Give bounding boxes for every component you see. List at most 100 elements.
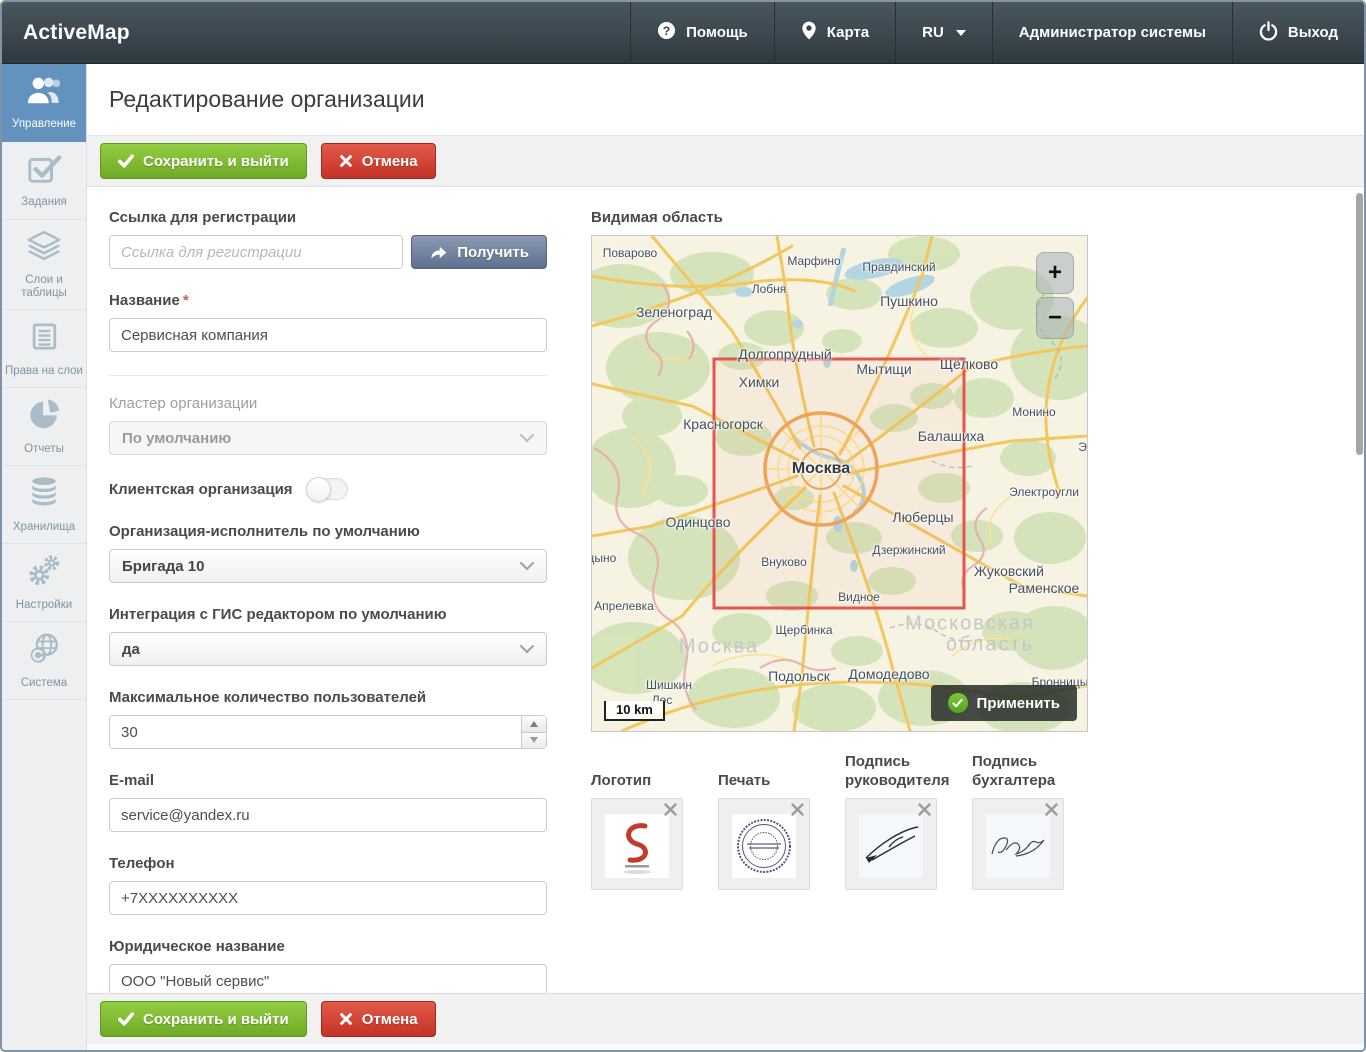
close-icon [917,802,932,817]
spinner-down-button[interactable] [522,732,546,749]
visible-area-label: Видимая область [591,209,1088,226]
cancel-label: Отмена [362,153,418,170]
sidebar-item-tasks[interactable]: Задания [2,142,86,220]
name-label: Название* [109,292,547,309]
footer-strip [87,1044,1364,1050]
sidebar-item-label: Система [21,677,67,690]
spinner-up-button[interactable] [522,716,546,732]
stamp-image [732,814,796,878]
sidebar-item-label: Права на слои [5,365,83,378]
reports-icon [27,397,62,436]
page-header: Редактирование организации [87,64,1364,136]
cancel-button[interactable]: Отмена [321,143,436,179]
email-input[interactable] [109,798,547,832]
attachment-card[interactable] [718,798,810,890]
layer-rights-icon [26,320,62,358]
sidebar-item-storage[interactable]: Хранилища [2,466,86,544]
max-users-input[interactable] [109,715,547,749]
visible-area-map[interactable]: ПоваровоМарфиноПравдинскийЛобняПушкиноЗе… [591,235,1088,732]
arrow-down-icon [530,737,538,743]
sidebar-item-system[interactable]: Система [2,622,86,700]
toolbar-top: Сохранить и выйти Отмена [87,136,1364,187]
sidebar-item-label: Настройки [16,599,72,612]
toggle-knob [306,477,331,502]
name-input[interactable] [109,318,547,352]
save-exit-button[interactable]: Сохранить и выйти [100,143,307,179]
help-label: Помощь [686,24,748,41]
app-window: ActiveMap ? Помощь Карта RU Администрато… [0,0,1366,1052]
logout-label: Выход [1288,24,1338,41]
cancel-button-bottom[interactable]: Отмена [321,1001,436,1037]
sidebar-item-label: Слои и таблицы [4,274,84,300]
svg-text:?: ? [663,24,671,38]
check-icon [118,154,134,168]
visible-area-section: Видимая область [591,209,1088,993]
settings-gears-icon [26,554,62,592]
remove-attachment-button[interactable] [917,802,932,817]
help-menu-item[interactable]: ? Помощь [630,2,774,63]
legal-name-input[interactable] [109,964,547,993]
cancel-label: Отмена [362,1011,418,1028]
chevron-down-icon [520,562,534,571]
director-signature-image [859,814,923,878]
phone-input[interactable] [109,881,547,915]
legal-name-label: Юридическое название [109,938,547,955]
top-navbar: ActiveMap ? Помощь Карта RU Администрато… [2,2,1364,64]
client-org-toggle[interactable] [306,478,348,500]
zoom-control: + − [1036,252,1074,339]
logo-image [605,814,669,878]
vertical-scrollbar[interactable] [1356,193,1363,455]
cluster-label: Кластер организации [109,395,547,412]
default-executor-select[interactable]: Бригада 10 [109,549,547,583]
section-divider [109,375,547,376]
map-tiles [592,236,1087,731]
sidebar-item-management[interactable]: Управление [2,64,86,142]
remove-attachment-button[interactable] [790,802,805,817]
email-label: E-mail [109,772,547,789]
map-menu-item[interactable]: Карта [774,2,895,63]
zoom-out-button[interactable]: − [1036,297,1074,339]
save-exit-label: Сохранить и выйти [143,153,289,170]
x-icon [339,154,353,168]
logout-button[interactable]: Выход [1232,2,1364,63]
map-scale: 10 km [604,701,665,721]
sidebar-item-label: Хранилища [13,521,75,534]
attachment-stamp: Печать [718,771,834,890]
attachment-card[interactable] [591,798,683,890]
caret-down-icon [956,30,966,36]
remove-attachment-button[interactable] [1044,802,1059,817]
get-link-button[interactable]: Получить [411,235,547,269]
sidebar-item-layers[interactable]: Слои и таблицы [2,220,86,310]
sidebar-item-layer-rights[interactable]: Права на слои [2,310,86,388]
language-value: RU [922,24,944,41]
system-globe-icon [26,632,62,670]
map-pin-icon [801,20,817,45]
current-user-item[interactable]: Администратор системы [992,2,1232,63]
map-label: Карта [827,24,869,41]
organization-form: Ссылка для регистрации Получить Название… [109,209,547,993]
app-logo: ActiveMap [2,2,130,63]
phone-label: Телефон [109,855,547,872]
attachment-card[interactable] [845,798,937,890]
save-exit-button-bottom[interactable]: Сохранить и выйти [100,1001,307,1037]
attachment-label: Подпись руководителя [845,752,961,790]
tasks-icon [26,152,62,189]
toolbar-bottom: Сохранить и выйти Отмена [87,993,1364,1044]
attachment-card[interactable] [972,798,1064,890]
registration-link-input[interactable] [109,235,403,269]
remove-attachment-button[interactable] [663,802,678,817]
default-executor-value: Бригада 10 [122,558,204,575]
language-dropdown[interactable]: RU [895,2,992,63]
attachment-accountant-signature: Подпись бухгалтера [972,752,1088,890]
attachment-logo: Логотип [591,771,707,890]
check-circle-icon [948,693,968,713]
zoom-in-button[interactable]: + [1036,252,1074,294]
sidebar-item-label: Отчеты [24,443,64,456]
save-exit-label: Сохранить и выйти [143,1011,289,1028]
sidebar-item-reports[interactable]: Отчеты [2,388,86,466]
registration-link-label: Ссылка для регистрации [109,209,547,226]
sidebar-item-settings[interactable]: Настройки [2,544,86,622]
gis-integration-select[interactable]: да [109,632,547,666]
check-icon [118,1012,134,1026]
apply-area-button[interactable]: Применить [931,685,1077,721]
